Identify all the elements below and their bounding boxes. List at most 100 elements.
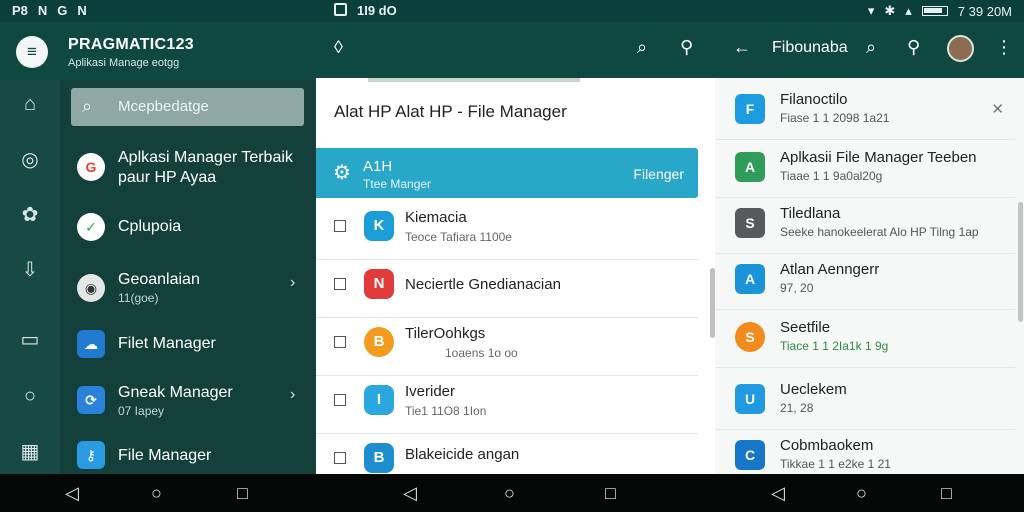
status-icon-2: N [37,3,48,18]
status-time: 7 39 20M [957,3,1012,19]
drawer-item-subtitle: 07 Iapey [118,404,165,418]
list-item[interactable]: A Atlan Aenngerr 97, 20 [715,254,1015,310]
list-item[interactable]: S Tiledlana Seeke hanokeelerat Alo HP Ti… [715,198,1015,254]
drawer-item-subtitle: 11(goe) [118,291,159,305]
checkbox[interactable]: □ [334,336,346,348]
app-logo-icon: G [77,153,105,181]
folder-sync-icon: ⟳ [77,386,105,414]
item-subtitle: Tikkae 1 1 e2ke 1 21 [780,457,891,471]
back-triangle-icon[interactable]: ◁ [65,483,79,503]
home-circle-icon[interactable]: ○ [504,483,515,503]
item-title: Tiledlana [780,205,841,222]
status-icon-3: G [57,3,68,18]
search-placeholder: Mcepbedatge [118,98,209,115]
grid-icon[interactable]: ▦ [18,440,42,464]
drawer-item[interactable]: ☁ Filet Manager [60,328,316,362]
status-middle: 1I9 dO [334,3,397,18]
system-navigation-bar: ◁ ○ □ ◁ ○ □ ◁ ○ □ [0,474,1024,512]
item-title: Atlan Aenngerr [780,261,880,278]
wifi-icon: ▾ [867,3,875,18]
item-title: Kiemacia [405,209,467,226]
selected-subtitle: Ttee Manger [363,177,432,191]
circle-icon[interactable]: ○ [18,384,42,408]
menu-button[interactable]: ≡ [16,36,48,68]
list-item[interactable]: □ K Kiemacia Teoce Tafiara 1100e [316,202,698,260]
drop-icon[interactable]: ◊ [334,37,343,58]
selected-row[interactable]: ⚙ A1H Ttee Manger Filenger [316,148,698,198]
search-icon: ⌕ [82,96,93,116]
status-right: ▾ ✱ ▴ 7 39 20M [868,3,1012,19]
drawer-item[interactable]: G Aplkasi Manager Terbaik paur HP Ayaa [60,145,316,197]
app-icon: B [364,327,394,357]
app-icon: A [735,152,765,182]
item-subtitle: Fiase 1 1 2098 1a21 [780,111,890,125]
list-item[interactable]: □ B TilerOohkgs 1oaens 1o oo [316,318,698,376]
gear-icon: ⚙ [333,162,351,184]
checkbox[interactable]: □ [334,278,346,290]
chevron-right-icon: › [290,386,296,403]
item-subtitle: Tie1 11O8 1Ion [405,404,487,418]
screen: P8 N G N 1I9 dO ▾ ✱ ▴ 7 39 20M ⌂ ◎ ✿ ⇩ ▭… [0,0,1024,512]
list-item[interactable]: □ N Neciertle Gnedianacian [316,260,698,318]
item-title: Neciertle Gnedianacian [405,276,561,293]
app-icon: B [364,443,394,473]
list-item[interactable]: U Ueclekem 21, 28 [715,374,1015,430]
pin-icon[interactable]: ⚲ [680,37,693,58]
drawer-item[interactable]: ◉ Geoanlaian 11(goe) › [60,266,316,312]
app-icon: F [735,94,765,124]
home-circle-icon[interactable]: ○ [856,483,867,503]
checkbox[interactable]: □ [334,394,346,406]
search-icon[interactable]: ⌕ [866,37,876,58]
cloud-icon: ☁ [77,330,105,358]
checkbox[interactable]: □ [334,452,346,464]
app-icon: S [735,208,765,238]
back-triangle-icon[interactable]: ◁ [771,483,785,503]
search-field-edge [368,78,580,82]
list-item[interactable]: □ I Iverider Tie1 11O8 1Ion [316,376,698,434]
drawer-item[interactable]: ⚷ File Manager [60,441,316,471]
checkbox[interactable]: □ [334,220,346,232]
notification-icon [334,3,347,16]
more-vert-icon[interactable]: ⋮ [995,37,1013,58]
recents-square-icon[interactable]: □ [237,483,248,503]
recents-square-icon[interactable]: □ [605,483,616,503]
nav-rail: ⌂ ◎ ✿ ⇩ ▭ ○ ▦ [0,22,60,474]
drawer-item[interactable]: ⟳ Gneak Manager 07 Iapey › [60,380,316,426]
status-left-icons: P8 N G N [12,3,87,18]
home-circle-icon[interactable]: ○ [151,483,162,503]
avatar[interactable] [947,35,974,62]
scrollbar[interactable] [1018,202,1023,322]
download-box-icon[interactable]: ⇩ [18,258,42,282]
chevron-right-icon: › [290,274,296,291]
list-item[interactable]: F Filanoctilo Fiase 1 1 2098 1a21 [715,84,1015,140]
item-title: Iverider [405,383,456,400]
drawer-item[interactable]: ✓ Cplupoia [60,209,316,245]
app-subtitle: Aplikasi Manage eotgg [68,57,180,69]
item-title: Ueclekem [780,381,847,398]
drawer-item-label: Filet Manager [118,335,216,352]
item-subtitle: Seeke hanokeelerat Alo HP Tilng 1ap [780,225,979,239]
back-arrow-icon[interactable]: ← [733,37,751,58]
search-icon[interactable]: ⌕ [637,37,647,58]
recents-square-icon[interactable]: □ [941,483,952,503]
drawer-item-label: Gneak Manager [118,384,233,401]
drawer-search-input[interactable]: ⌕ Mcepbedatge [71,88,304,126]
document-icon[interactable]: ▭ [18,328,42,352]
drawer-item-label: Geoanlaian [118,271,200,288]
drawer-item-label: Cplupoia [118,218,182,235]
list-item[interactable]: A Aplkasii File Manager Teeben Tiaae 1 1… [715,142,1015,198]
status-middle-text: 1I9 dO [357,3,397,18]
signal-icon: ▴ [905,3,912,18]
app-icon: A [735,264,765,294]
target-icon[interactable]: ◎ [18,148,42,172]
drawer-item-label: File Manager [118,447,212,464]
item-title: Filanoctilo [780,91,848,108]
app-icon: N [364,269,394,299]
key-icon: ⚷ [77,441,105,469]
home-icon[interactable]: ⌂ [18,92,42,116]
back-triangle-icon[interactable]: ◁ [403,483,417,503]
puzzle-icon[interactable]: ✿ [18,203,42,227]
status-icon-4: N [77,3,87,18]
pin-icon[interactable]: ⚲ [907,37,920,58]
list-item[interactable]: S Seetfile Tiace 1 1 2Ia1k 1 9g [715,312,1015,368]
